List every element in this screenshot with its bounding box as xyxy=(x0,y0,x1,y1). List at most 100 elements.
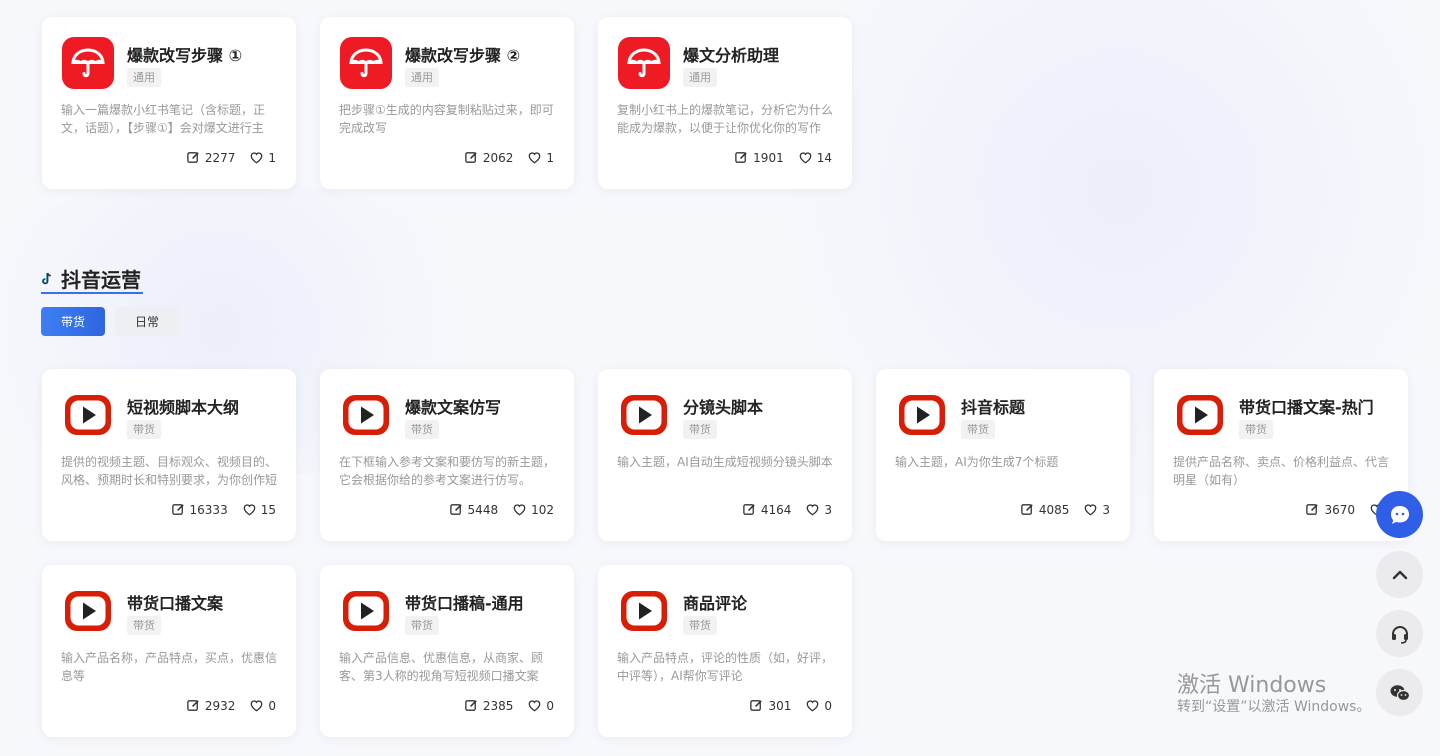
usage-count: 5448 xyxy=(467,502,499,517)
play-icon xyxy=(896,389,948,441)
card-stats: 2062 1 xyxy=(464,150,554,165)
heart-icon[interactable] xyxy=(249,150,264,165)
card-rewrite-step-1[interactable]: 爆款改写步骤 ① 通用 输入一篇爆款小红书笔记（含标题，正文，话题），【步骤①】… xyxy=(42,17,296,189)
card-description: 输入主题，AI为你生成7个标题 xyxy=(895,455,1059,469)
section-header: 抖音运营 xyxy=(41,264,141,293)
play-icon xyxy=(618,585,670,637)
heart-icon[interactable] xyxy=(512,502,527,517)
usage-count: 4164 xyxy=(760,502,792,517)
heart-icon[interactable] xyxy=(805,502,820,517)
card-tag: 带货 xyxy=(683,616,717,635)
play-icon xyxy=(618,389,670,441)
usage-count: 2277 xyxy=(204,150,236,165)
like-count: 3 xyxy=(824,502,832,517)
card-live-script-general[interactable]: 带货口播稿-通用 带货 输入产品信息、优惠信息，从商家、顾客、第3人称的视角写短视频… xyxy=(320,565,574,737)
card-title: 爆款改写步骤 ② xyxy=(405,46,521,65)
umbrella-icon xyxy=(62,37,114,89)
chevron-up-icon xyxy=(1392,570,1407,579)
usage-count: 16333 xyxy=(189,502,228,517)
card-tag: 带货 xyxy=(405,420,439,439)
usage-count: 4085 xyxy=(1038,502,1070,517)
usage-count: 2932 xyxy=(204,698,236,713)
card-viral-analysis[interactable]: 爆文分析助理 通用 复制小红书上的爆款笔记，分析它为什么能成为爆款，以便于让你优… xyxy=(598,17,852,189)
heart-icon[interactable] xyxy=(242,502,257,517)
card-storyboard-script[interactable]: 分镜头脚本 带货 输入主题，AI自动生成短视频分镜头脚本 4164 3 xyxy=(598,369,852,541)
heart-icon[interactable] xyxy=(527,698,542,713)
wechat-icon xyxy=(1390,684,1410,701)
heart-icon[interactable] xyxy=(805,698,820,713)
card-stats: 4085 3 xyxy=(1020,502,1110,517)
customer-service-button[interactable] xyxy=(1376,610,1423,657)
edit-icon xyxy=(187,152,199,163)
card-tag: 通用 xyxy=(405,68,439,87)
heart-icon[interactable] xyxy=(527,150,542,165)
card-tag: 通用 xyxy=(683,68,717,87)
card-title: 带货口播文案-热门 xyxy=(1239,398,1374,417)
headset-icon xyxy=(1391,625,1408,644)
card-douyin-title[interactable]: 抖音标题带货输入主题，AI为你生成7个标题 4085 3 xyxy=(876,369,1130,541)
card-title: 爆款文案仿写 xyxy=(405,398,502,417)
card-title: 分镜头脚本 xyxy=(683,398,764,417)
filter-richang-button[interactable]: 日常 xyxy=(115,307,179,336)
umbrella-icon xyxy=(618,37,670,89)
scroll-top-button[interactable] xyxy=(1376,551,1423,598)
edit-icon xyxy=(465,700,477,711)
tiktok-icon xyxy=(41,272,51,284)
card-description: 复制小红书上的爆款笔记，分析它为什么能成为爆款，以便于让你优化你的写作 xyxy=(617,103,834,135)
card-copy-imitation[interactable]: 爆款文案仿写 带货在下框输入参考文案和要仿写的新主题，它会根据你给的参考文案进行仿… xyxy=(320,369,574,541)
card-stats: 16333 15 xyxy=(171,502,276,517)
play-icon xyxy=(340,389,392,441)
windows-activation-subtitle: 转到“设置”以激活 Windows。 xyxy=(1177,699,1371,715)
umbrella-icon xyxy=(340,37,392,89)
card-tag: 带货 xyxy=(127,616,161,635)
card-tag: 带货 xyxy=(127,420,161,439)
card-tag: 带货 xyxy=(961,420,995,439)
card-description: 提供的视频主题、目标观众、视频目的、风格、预期时长和特别要求，为你创作短 xyxy=(61,455,278,487)
usage-count: 3670 xyxy=(1324,502,1355,517)
like-count: 0 xyxy=(546,698,554,713)
card-description: 输入产品名称，产品特点，买点，优惠信息等 xyxy=(61,651,278,683)
edit-icon xyxy=(187,700,199,711)
heart-icon[interactable] xyxy=(1083,502,1098,517)
heart-icon[interactable] xyxy=(798,150,813,165)
card-tag: 带货 xyxy=(405,616,439,635)
edit-icon xyxy=(743,504,755,515)
card-description: 提供产品名称、卖点、价格利益点、代言明星（如有） xyxy=(1173,455,1390,487)
card-live-copy[interactable]: 带货口播文案 带货 输入产品名称，产品特点，买点，优惠信息等 2932 0 xyxy=(42,565,296,737)
chat-bot-button[interactable] xyxy=(1376,491,1423,538)
card-tag: 带货 xyxy=(683,420,717,439)
usage-count: 301 xyxy=(768,698,792,713)
filter-daihuo-button[interactable]: 带货 xyxy=(41,307,105,336)
card-title: 爆款改写步骤 ① xyxy=(127,46,243,65)
chat-bot-icon xyxy=(1390,505,1409,524)
play-icon xyxy=(62,585,114,637)
like-count: 1 xyxy=(268,150,276,165)
card-live-copy-hot[interactable]: 带货口播文案-热门 带货提供产品名称、卖点、价格利益点、代言明星（如有） 3670 xyxy=(1154,369,1408,541)
card-title: 商品评论 xyxy=(683,594,748,613)
edit-icon xyxy=(171,504,184,515)
card-product-review[interactable]: 商品评论 带货 输入产品特点，评论的性质（如，好评，中评等），AI帮你写评论 301 0 xyxy=(598,565,852,737)
card-title: 带货口播稿-通用 xyxy=(405,594,524,613)
edit-icon xyxy=(1021,504,1033,515)
card-stats: 2277 1 xyxy=(186,150,276,165)
like-count: 15 xyxy=(260,502,276,517)
edit-icon xyxy=(465,152,477,163)
card-rewrite-step-2[interactable]: 爆款改写步骤 ② 通用 把步骤①生成的内容复制粘贴过来，即可完成改写 2062 … xyxy=(320,17,574,189)
edit-icon xyxy=(1306,504,1319,515)
card-short-video-outline[interactable]: 短视频脚本大纲 带货 提供的视频主题、目标观众、视频目的、风格、预期时长和特别要求，… xyxy=(42,369,296,541)
card-stats: 4164 3 xyxy=(742,502,832,517)
edit-icon xyxy=(735,152,747,163)
card-tag: 带货 xyxy=(1239,420,1273,439)
card-title: 爆文分析助理 xyxy=(683,46,780,65)
card-stats: 2385 0 xyxy=(464,698,554,713)
play-icon xyxy=(340,585,392,637)
card-title: 抖音标题 xyxy=(961,398,1026,417)
wechat-button[interactable] xyxy=(1376,669,1423,716)
play-icon xyxy=(1174,389,1226,441)
usage-count: 2385 xyxy=(482,698,514,713)
card-stats: 5448 102 xyxy=(449,502,554,517)
like-count: 14 xyxy=(816,150,832,165)
like-count: 0 xyxy=(824,698,832,713)
heart-icon[interactable] xyxy=(249,698,264,713)
card-description: 在下框输入参考文案和要仿写的新主题，它会根据你给的参考文案进行仿写。 xyxy=(339,455,556,487)
